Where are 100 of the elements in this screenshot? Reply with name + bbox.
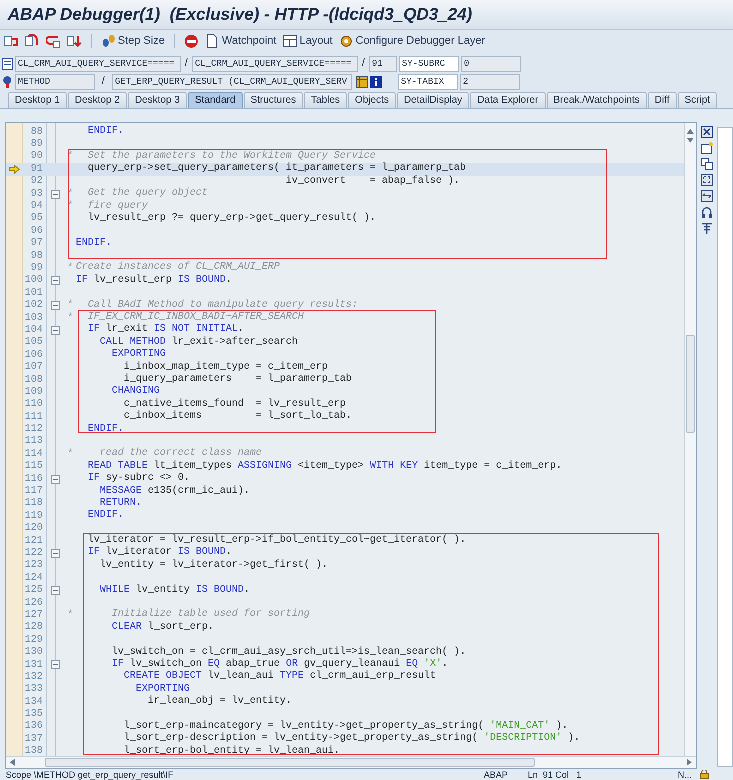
layout-icon bbox=[282, 34, 298, 48]
event-type-field[interactable]: METHOD bbox=[15, 74, 95, 90]
bulb-icon[interactable] bbox=[2, 76, 13, 88]
line-field[interactable]: 91 bbox=[369, 56, 398, 72]
collapse-icon[interactable] bbox=[51, 326, 60, 335]
scroll-down-icon[interactable] bbox=[687, 138, 694, 143]
collapse-icon[interactable] bbox=[51, 586, 60, 596]
collapse-icon[interactable] bbox=[51, 474, 60, 484]
collapse-icon[interactable] bbox=[51, 190, 60, 199]
comment-marker: * bbox=[67, 262, 74, 276]
code-comment: read the correct class name bbox=[99, 448, 262, 460]
code-line: lv_iterator = lv_result_erp->if_bol_entity_col~get_iterator( ). bbox=[87, 535, 466, 546]
tab[interactable]: Desktop 3 bbox=[128, 92, 188, 108]
tab[interactable]: Data Explorer bbox=[470, 92, 546, 108]
tab[interactable]: Structures bbox=[244, 92, 304, 108]
code-line: lv_result_erp ?= query_erp->get_query_result( ). bbox=[87, 212, 376, 225]
tab[interactable]: Desktop 1 bbox=[8, 92, 68, 108]
separator-slash: / bbox=[101, 74, 106, 90]
code-line: MESSAGE e135(crm_ic_aui). bbox=[99, 486, 250, 498]
code-line: ir_lean_obj = lv_entity. bbox=[147, 696, 292, 708]
code-line: ENDIF. bbox=[87, 424, 124, 436]
tab[interactable]: Break./Watchpoints bbox=[546, 92, 647, 108]
toolbar-button[interactable]: Layout bbox=[282, 32, 333, 50]
horizontal-scrollbar[interactable] bbox=[6, 756, 696, 768]
comment-marker: * bbox=[67, 188, 74, 200]
line-number: 135 bbox=[24, 708, 44, 721]
code-line: WHILE lv_entity IS BOUND. bbox=[99, 584, 250, 597]
line-number: 99 bbox=[30, 262, 44, 275]
code-line: ENDIF. bbox=[87, 510, 124, 522]
scrollbar-thumb[interactable] bbox=[45, 758, 535, 767]
line-number: 134 bbox=[24, 696, 44, 709]
return-icon[interactable] bbox=[46, 34, 61, 48]
tool-icon[interactable] bbox=[701, 222, 713, 234]
line-number: 124 bbox=[24, 572, 44, 585]
line-number: 130 bbox=[24, 646, 44, 660]
code-line: iv_convert = abap_false ). bbox=[285, 176, 460, 188]
vertical-scrollbar[interactable] bbox=[684, 123, 696, 756]
collapse-icon[interactable] bbox=[51, 276, 60, 286]
line-number: 129 bbox=[24, 634, 44, 647]
line-number: 108 bbox=[24, 374, 44, 387]
continue-icon[interactable] bbox=[67, 34, 82, 48]
line-number: 138 bbox=[24, 745, 44, 756]
language-text: ABAP bbox=[484, 770, 510, 780]
code-comment: fire query bbox=[87, 200, 148, 212]
program-icon[interactable] bbox=[2, 58, 13, 70]
info-icon[interactable] bbox=[370, 76, 382, 88]
tab[interactable]: Objects bbox=[348, 92, 396, 108]
scroll-left-icon[interactable] bbox=[10, 759, 15, 766]
code-line: EXPORTING bbox=[135, 684, 190, 696]
collapse-icon[interactable] bbox=[51, 548, 60, 558]
line-number: 89 bbox=[30, 138, 44, 151]
scroll-up-icon[interactable] bbox=[687, 129, 694, 134]
scroll-right-icon[interactable] bbox=[687, 759, 692, 766]
variable-field[interactable]: SY-TABIX bbox=[398, 74, 458, 90]
tab[interactable]: Diff bbox=[648, 92, 677, 108]
cursor-position: Ln 91 Col 1 bbox=[528, 770, 583, 780]
toolbar-button[interactable]: Watchpoint bbox=[205, 32, 277, 50]
value-field[interactable]: 0 bbox=[461, 56, 522, 72]
step-over-icon[interactable] bbox=[25, 34, 40, 48]
tab[interactable]: Desktop 2 bbox=[68, 92, 128, 108]
line-number: 109 bbox=[24, 386, 44, 399]
tab[interactable]: DetailDisplay bbox=[397, 92, 470, 108]
comment-marker: * bbox=[67, 200, 74, 214]
close-icon[interactable] bbox=[701, 126, 713, 138]
collapse-icon[interactable] bbox=[51, 660, 60, 670]
new-window-icon[interactable] bbox=[701, 142, 713, 154]
tab[interactable]: Standard bbox=[188, 92, 243, 108]
line-number: 113 bbox=[24, 435, 44, 449]
mode-text: N... bbox=[678, 770, 692, 780]
code-comment: Set the parameters to the Workitem Query Service bbox=[87, 150, 376, 162]
variable-field[interactable]: SY-SUBRC bbox=[399, 56, 460, 72]
step-into-icon[interactable] bbox=[4, 34, 19, 48]
scrollbar-thumb[interactable] bbox=[686, 335, 695, 433]
toolbar-button[interactable]: Configure Debugger Layer bbox=[338, 32, 486, 50]
code-comment: Initialize table used for sorting bbox=[111, 609, 310, 622]
comment-marker: * bbox=[67, 448, 74, 462]
lock-icon[interactable] bbox=[700, 770, 710, 779]
copy-icon[interactable] bbox=[701, 158, 713, 170]
value-field[interactable]: 2 bbox=[460, 74, 520, 90]
toolbar-button[interactable]: Step Size bbox=[101, 32, 166, 50]
code-line: c_native_items_found = lv_result_erp bbox=[123, 398, 346, 410]
program-field[interactable]: CL_CRM_AUI_QUERY_SERVICE===== bbox=[15, 56, 181, 72]
code-line: EXPORTING bbox=[111, 349, 166, 362]
line-number: 102 bbox=[24, 299, 44, 313]
event-field[interactable]: GET_ERP_QUERY_RESULT (CL_CRM_AUI_QUERY_SERV bbox=[112, 74, 352, 90]
code-line: i_query_parameters = l_paramerp_tab bbox=[123, 374, 352, 386]
maximize-icon[interactable] bbox=[701, 174, 713, 186]
line-number: 133 bbox=[24, 683, 44, 697]
tab[interactable]: Tables bbox=[304, 92, 348, 108]
code-line: CHANGING bbox=[111, 386, 160, 398]
split-icon[interactable] bbox=[701, 190, 713, 202]
table-icon[interactable] bbox=[356, 76, 368, 88]
include-field[interactable]: CL_CRM_AUI_QUERY_SERVICE===== bbox=[192, 56, 358, 72]
headphones-icon[interactable] bbox=[701, 206, 713, 218]
line-number: 101 bbox=[24, 286, 44, 300]
stop-icon[interactable] bbox=[184, 34, 200, 48]
tab[interactable]: Script bbox=[678, 92, 718, 108]
line-number: 96 bbox=[30, 224, 44, 238]
collapse-icon[interactable] bbox=[51, 301, 60, 310]
line-number: 125 bbox=[24, 584, 44, 598]
